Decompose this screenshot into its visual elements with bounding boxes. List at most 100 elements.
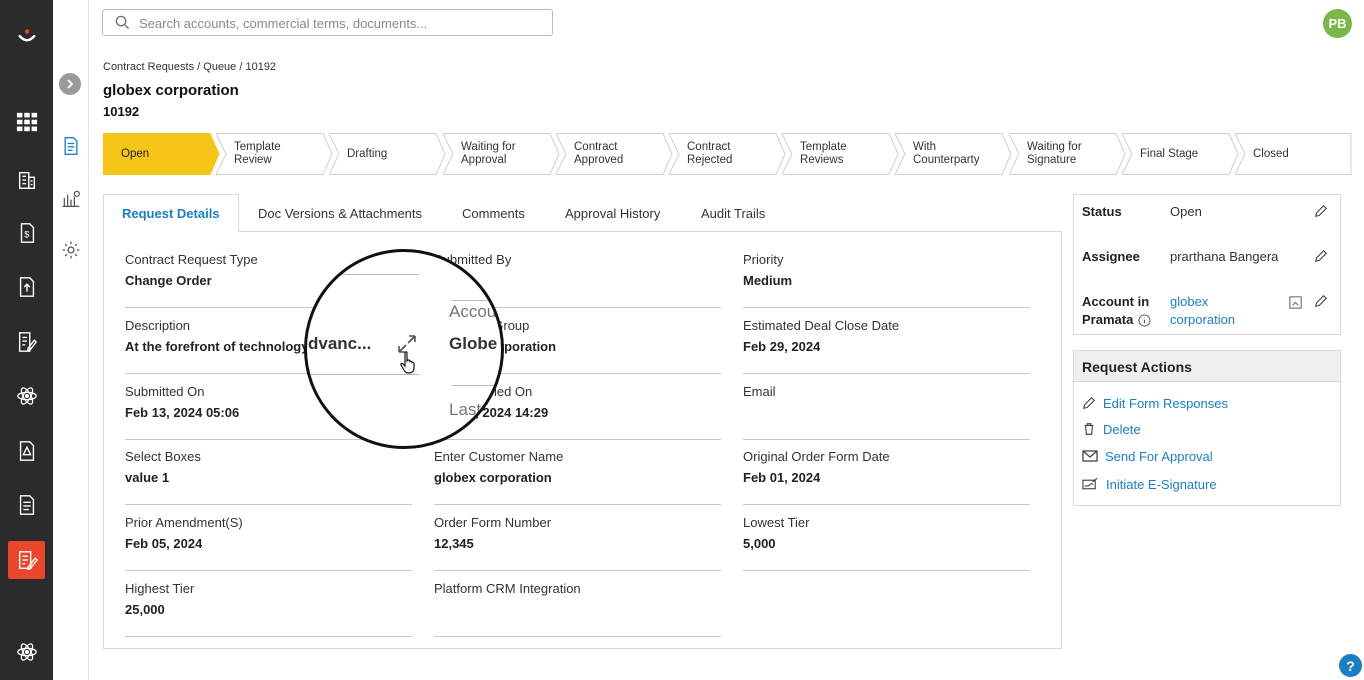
account-view-icon[interactable]: [1288, 295, 1303, 310]
expand-sidebar-button[interactable]: [59, 73, 81, 95]
stage-label: Final Stage: [1140, 147, 1199, 160]
left-nav-rail: $: [0, 0, 53, 680]
tab-doc-versions[interactable]: Doc Versions & Attachments: [258, 194, 422, 232]
stage-label: Contract Rejected: [687, 141, 733, 166]
field-label: Select Boxes: [125, 449, 201, 465]
stage-label: Template Reviews: [800, 141, 847, 166]
field-value: 12,345: [434, 536, 474, 552]
field-label: Prior Amendment(S): [125, 515, 243, 531]
field-highest-tier: Highest Tier 25,000: [125, 581, 412, 637]
stage-template-reviews[interactable]: Template Reviews: [782, 133, 899, 175]
upload-document-icon[interactable]: [8, 268, 45, 306]
send-for-approval-label: Send For Approval: [1105, 448, 1213, 464]
field-label: Platform CRM Integration: [434, 581, 581, 596]
stage-waiting-for-signature[interactable]: Waiting for Signature: [1009, 133, 1126, 175]
field-value: Change Order: [125, 273, 212, 288]
tab-bar: Request Details Doc Versions & Attachmen…: [103, 194, 803, 232]
edit-form-responses-link[interactable]: Edit Form Responses: [1082, 394, 1228, 412]
tab-request-details[interactable]: Request Details: [103, 194, 239, 232]
help-button[interactable]: ?: [1339, 654, 1362, 677]
main-content: Contract Requests / Queue / 10192 globex…: [89, 44, 1364, 680]
field-label: Highest Tier: [125, 581, 195, 596]
stage-contract-approved[interactable]: Contract Approved: [556, 133, 673, 175]
send-for-approval-link[interactable]: Send For Approval: [1082, 447, 1213, 465]
stage-closed[interactable]: Closed: [1235, 133, 1352, 175]
user-avatar[interactable]: PB: [1323, 9, 1352, 38]
field-value: 25,000: [125, 602, 165, 617]
initiate-esignature-link[interactable]: Initiate E-Signature: [1082, 475, 1217, 493]
delete-link[interactable]: Delete: [1082, 420, 1141, 438]
breadcrumb[interactable]: Contract Requests / Queue / 10192: [103, 61, 276, 73]
alert-document-icon[interactable]: [8, 432, 45, 470]
stage-with-counterparty[interactable]: With Counterparty: [895, 133, 1012, 175]
field-lowest-tier: Lowest Tier 5,000: [743, 515, 1030, 572]
field-value: At the forefront of technology: [125, 338, 309, 354]
document-list-icon[interactable]: [8, 486, 45, 524]
search-input[interactable]: [139, 14, 539, 32]
stage-open[interactable]: Open: [103, 133, 220, 175]
record-id: 10192: [103, 104, 140, 119]
field-enter-customer-name: Enter Customer Name globex corporation: [434, 449, 721, 506]
stage-label: Waiting for Signature: [1027, 141, 1082, 166]
edit-status-icon[interactable]: [1314, 204, 1328, 218]
field-label: Email: [743, 383, 776, 399]
grid-apps-icon[interactable]: [8, 103, 45, 141]
trash-icon: [1084, 423, 1094, 435]
magnified-label-fragment: Accou: [449, 302, 497, 321]
hand-cursor-icon: [400, 351, 415, 374]
stage-label: Open: [121, 147, 150, 160]
edit-account-icon[interactable]: [1314, 294, 1328, 308]
stage-contract-rejected[interactable]: Contract Rejected: [669, 133, 786, 175]
tab-comments[interactable]: Comments: [462, 194, 525, 232]
account-link-line1[interactable]: globex: [1170, 293, 1208, 311]
analytics-chart-icon[interactable]: [59, 186, 83, 210]
stage-template-review[interactable]: Template Review: [216, 133, 333, 175]
field-value: value 1: [125, 470, 170, 486]
search-icon: [115, 15, 130, 30]
settings-atom-icon[interactable]: [8, 633, 45, 671]
field-label: Contract Request Type: [125, 252, 258, 267]
buildings-icon[interactable]: [8, 161, 45, 199]
field-value: globex corporation: [434, 470, 552, 486]
atom-icon[interactable]: [8, 377, 45, 415]
stage-label: Closed: [1253, 147, 1289, 160]
envelope-icon: [1082, 450, 1098, 462]
magnified-value-fragment: Globe: [449, 334, 498, 353]
field-value: Feb 05, 2024: [125, 536, 203, 552]
app-logo-icon[interactable]: [8, 18, 45, 56]
zoom-magnifier-overlay: dvanc... Accou Globe Last: [304, 249, 504, 449]
page-title: globex corporation: [103, 82, 239, 99]
edit-assignee-icon[interactable]: [1314, 249, 1328, 263]
stage-label: Waiting for Approval: [461, 141, 516, 166]
stage-waiting-for-approval[interactable]: Waiting for Approval: [443, 133, 560, 175]
stage-drafting[interactable]: Drafting: [329, 133, 446, 175]
stage-progress-bar: Open Template Review Drafting Waiting for A…: [103, 133, 1353, 175]
pencil-icon: [1082, 396, 1096, 410]
field-email: Email: [743, 384, 1030, 440]
contract-requests-icon[interactable]: [8, 541, 45, 579]
field-priority: Priority Medium: [743, 252, 1030, 308]
tab-approval-history[interactable]: Approval History: [565, 194, 660, 232]
stage-final-stage[interactable]: Final Stage: [1122, 133, 1239, 175]
request-actions-panel: Request Actions Edit Form Responses Dele…: [1073, 350, 1341, 506]
field-prior-amendment-s-: Prior Amendment(S) Feb 05, 2024: [125, 515, 412, 572]
field-label: Original Order Form Date: [743, 449, 890, 465]
field-label: Enter Customer Name: [434, 449, 564, 465]
field-order-form-number: Order Form Number 12,345: [434, 515, 721, 572]
request-details-card: Contract Request Type Change Order Submitt…: [103, 231, 1062, 649]
account-label-line1: Account in: [1082, 294, 1150, 309]
contract-dollar-icon[interactable]: $: [8, 214, 45, 252]
request-document-icon[interactable]: [59, 134, 83, 158]
account-link-line2[interactable]: corporation: [1170, 311, 1235, 329]
field-label: Priority: [743, 252, 784, 267]
global-search[interactable]: [102, 9, 553, 36]
initiate-esignature-label: Initiate E-Signature: [1106, 476, 1217, 492]
gear-icon[interactable]: [59, 238, 83, 262]
field-value: 5,000: [743, 536, 776, 552]
stage-label: Template Review: [234, 141, 281, 166]
info-icon[interactable]: [1138, 314, 1151, 327]
svg-text:$: $: [24, 230, 29, 240]
tab-audit-trails[interactable]: Audit Trails: [701, 194, 765, 232]
field-value: Feb 29, 2024: [743, 338, 821, 354]
edit-document-icon[interactable]: [8, 323, 45, 361]
